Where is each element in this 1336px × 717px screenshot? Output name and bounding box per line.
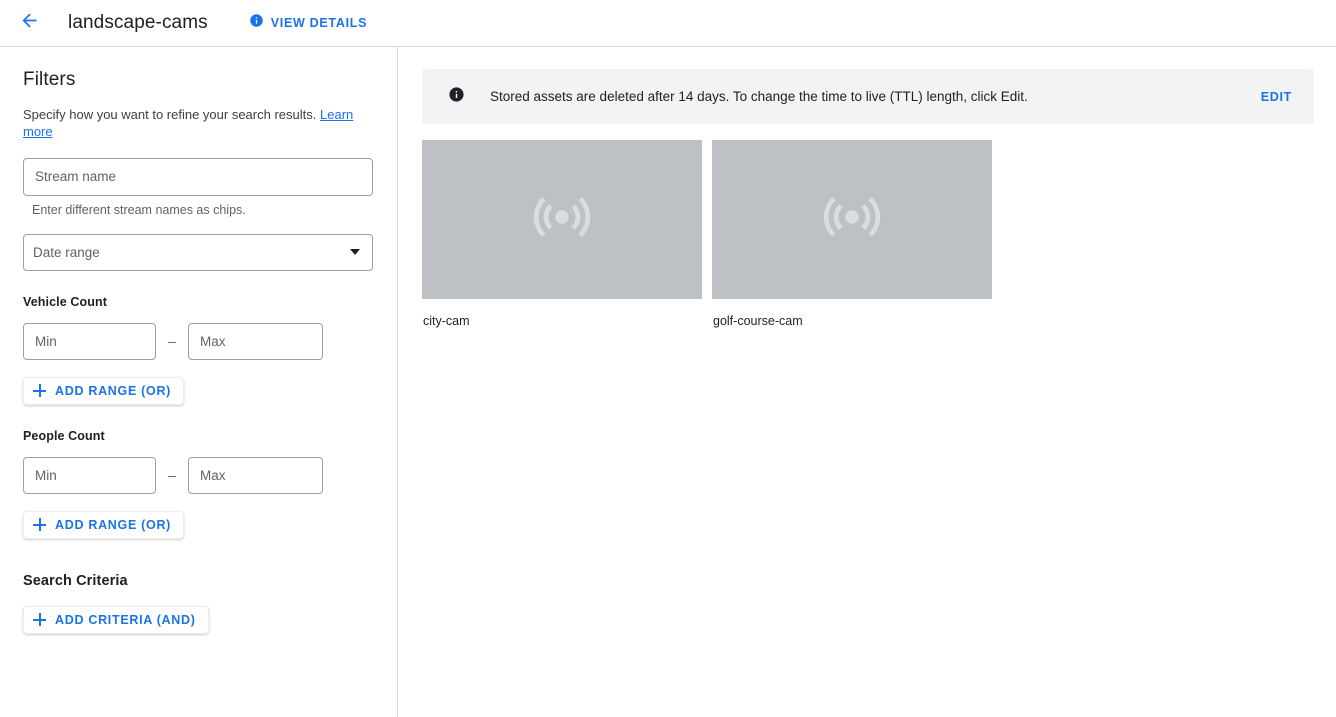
stream-name-helper: Enter different stream names as chips. xyxy=(32,202,246,217)
ttl-banner-text: Stored assets are deleted after 14 days.… xyxy=(490,89,1028,104)
vehicle-count-max-input[interactable] xyxy=(198,332,313,350)
arrow-back-icon xyxy=(19,10,40,36)
vehicle-count-range-row: – xyxy=(23,322,374,360)
ttl-info-banner: Stored assets are deleted after 14 days.… xyxy=(422,69,1314,124)
page-title: landscape-cams xyxy=(68,12,208,33)
people-count-range-separator: – xyxy=(168,467,176,484)
filters-description: Specify how you want to refine your sear… xyxy=(23,107,374,141)
stream-cards-grid: city-cam golf-course-cam xyxy=(422,140,1314,328)
page-body: Filters Specify how you want to refine y… xyxy=(0,47,1336,717)
vehicle-count-min-field[interactable] xyxy=(23,322,156,360)
people-count-range-row: – xyxy=(23,456,374,494)
vehicle-count-add-range-label: ADD RANGE (OR) xyxy=(55,383,172,398)
stream-thumbnail[interactable] xyxy=(712,140,992,299)
view-details-button[interactable]: VIEW DETAILS xyxy=(249,13,367,33)
chevron-down-icon xyxy=(350,249,360,256)
people-count-max-input[interactable] xyxy=(198,466,313,484)
vehicle-count-label: Vehicle Count xyxy=(23,294,107,309)
stream-card-label: golf-course-cam xyxy=(713,314,803,328)
people-count-add-range-button[interactable]: ADD RANGE (OR) xyxy=(23,510,185,539)
filters-sidebar: Filters Specify how you want to refine y… xyxy=(0,47,398,717)
people-count-label: People Count xyxy=(23,428,105,443)
stream-name-field[interactable] xyxy=(23,157,373,196)
date-range-select[interactable]: Date range xyxy=(23,233,373,271)
vehicle-count-min-input[interactable] xyxy=(33,332,146,350)
vehicle-count-range-separator: – xyxy=(168,333,176,350)
filters-description-text: Specify how you want to refine your sear… xyxy=(23,107,317,122)
app-bar: landscape-cams VIEW DETAILS xyxy=(0,0,1336,47)
stream-card-label: city-cam xyxy=(423,314,470,328)
live-stream-icon xyxy=(812,186,892,253)
info-filled-icon xyxy=(249,13,264,33)
people-count-add-range-label: ADD RANGE (OR) xyxy=(55,517,172,532)
people-count-max-field[interactable] xyxy=(188,456,323,494)
filters-heading: Filters xyxy=(23,69,76,90)
stream-name-input[interactable] xyxy=(33,168,363,186)
people-count-min-field[interactable] xyxy=(23,456,156,494)
edit-ttl-button[interactable]: EDIT xyxy=(1261,90,1292,104)
add-criteria-button[interactable]: ADD CRITERIA (AND) xyxy=(23,605,209,634)
search-criteria-heading: Search Criteria xyxy=(23,572,128,589)
stream-thumbnail[interactable] xyxy=(422,140,702,299)
info-filled-icon xyxy=(448,86,465,108)
main-content: Stored assets are deleted after 14 days.… xyxy=(398,47,1336,717)
vehicle-count-max-field[interactable] xyxy=(188,322,323,360)
stream-card[interactable]: city-cam xyxy=(422,140,702,328)
add-criteria-label: ADD CRITERIA (AND) xyxy=(55,612,196,627)
vehicle-count-add-range-button[interactable]: ADD RANGE (OR) xyxy=(23,376,185,405)
live-stream-icon xyxy=(522,186,602,253)
date-range-label: Date range xyxy=(33,244,100,260)
people-count-min-input[interactable] xyxy=(33,466,146,484)
plus-icon xyxy=(33,518,46,532)
stream-card[interactable]: golf-course-cam xyxy=(712,140,992,328)
back-button[interactable] xyxy=(14,8,44,38)
plus-icon xyxy=(33,384,46,398)
view-details-label: VIEW DETAILS xyxy=(270,16,368,30)
plus-icon xyxy=(33,613,46,627)
